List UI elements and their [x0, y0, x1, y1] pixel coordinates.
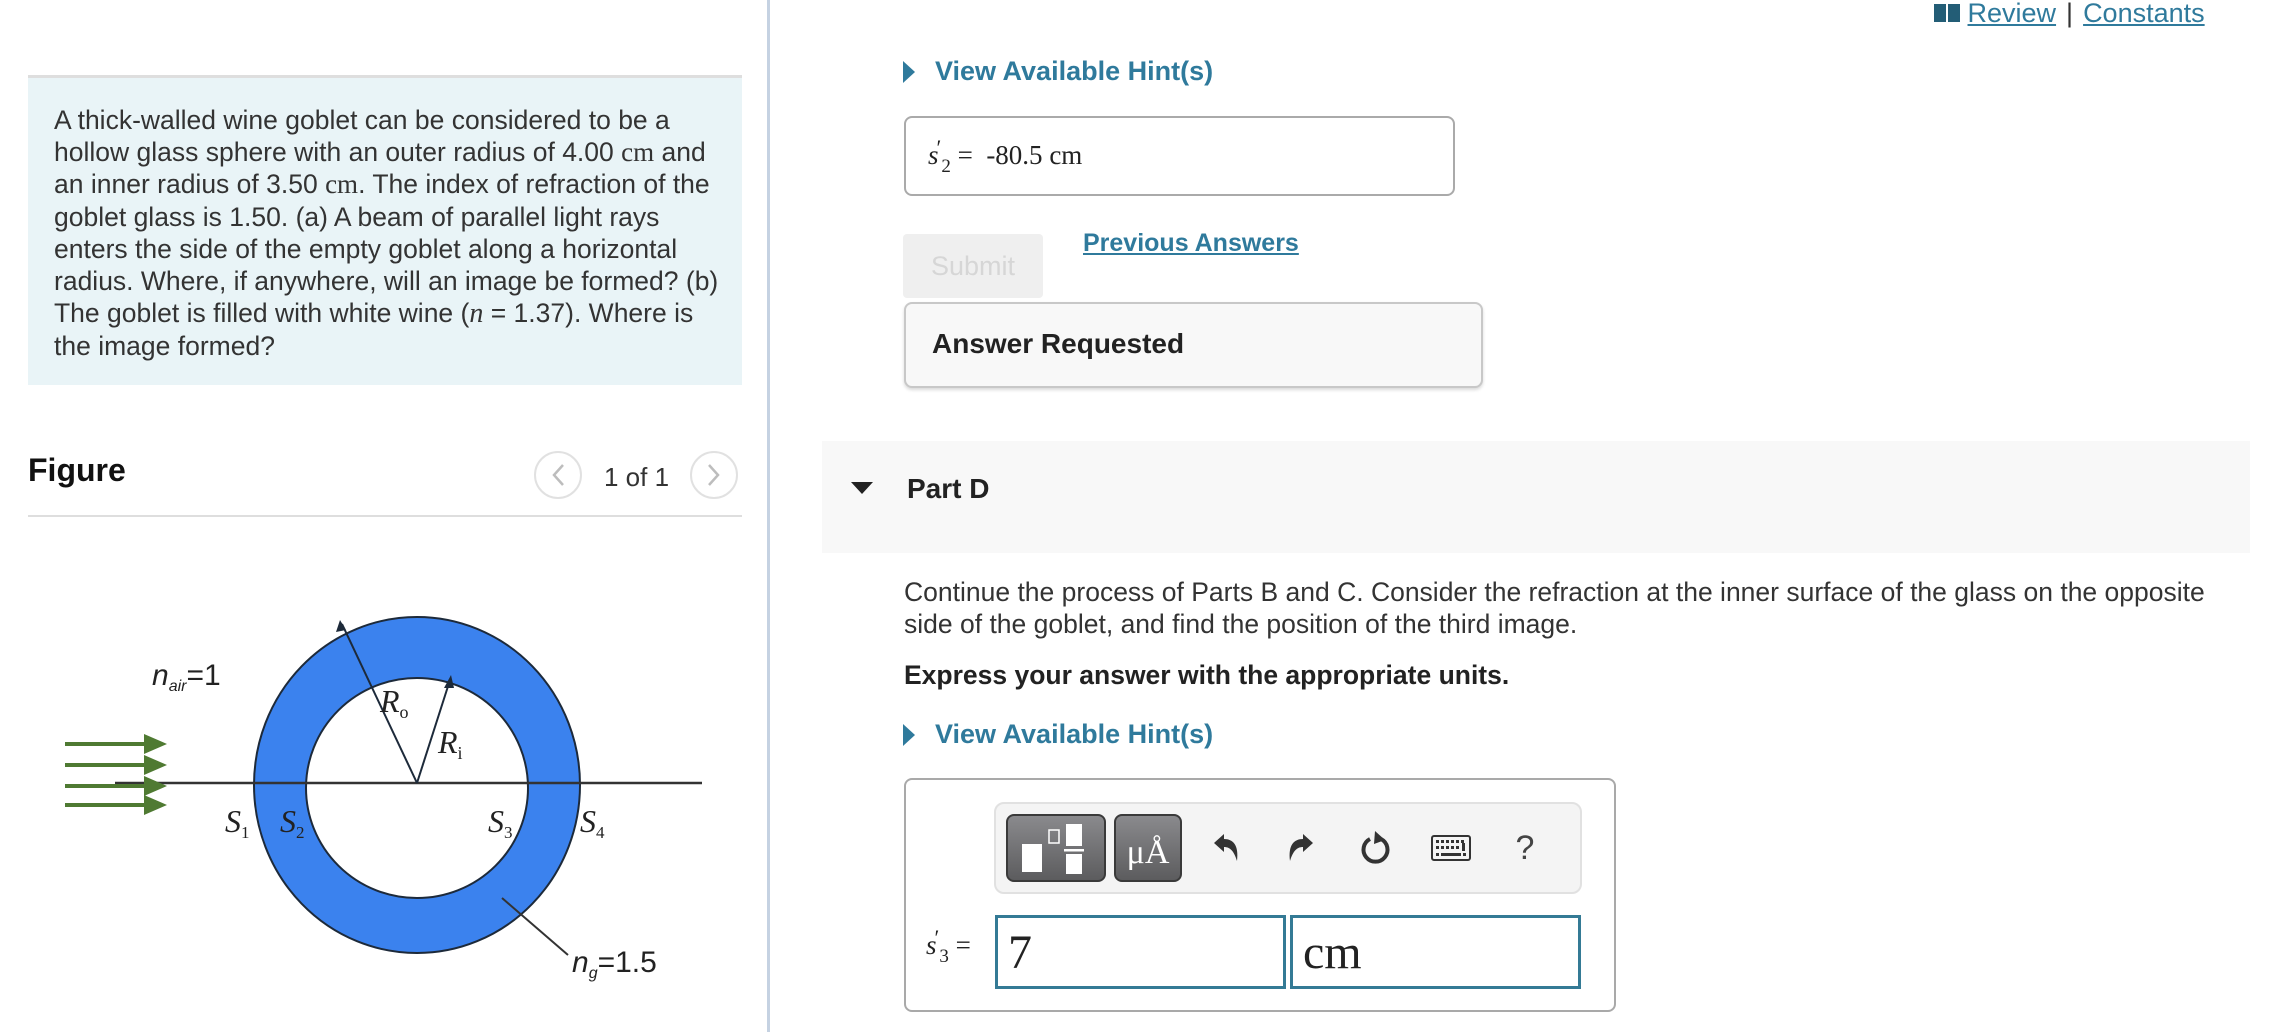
answer-expression: s′2 = -80.5 cm — [928, 135, 1083, 177]
hint-label: View Available Hint(s) — [935, 719, 1214, 749]
expand-triangle-icon — [903, 723, 915, 746]
equals-sign: = — [955, 930, 971, 960]
problem-text: A thick-walled wine goblet can be consid… — [54, 104, 734, 363]
templates-icon — [1022, 824, 1084, 874]
panel-divider[interactable] — [767, 0, 770, 1032]
help-button[interactable]: ? — [1503, 826, 1547, 870]
s4-label: S4 — [580, 803, 605, 842]
equals-sign: = — [957, 140, 973, 170]
reset-icon[interactable] — [1354, 826, 1398, 870]
figure-counter: 1 of 1 — [604, 462, 670, 492]
submit-button-disabled: Submit — [903, 234, 1043, 298]
answer-status-text: Answer Requested — [932, 328, 1185, 359]
part-d-instruction: Express your answer with the appropriate… — [904, 660, 1510, 690]
part-d-prompt: Continue the process of Parts B and C. C… — [904, 577, 2205, 639]
hint-label: View Available Hint(s) — [935, 56, 1214, 86]
previous-answers-link[interactable]: Previous Answers — [1083, 229, 1299, 258]
expand-triangle-icon — [903, 60, 915, 83]
math-toolbar: μÅ ? — [994, 802, 1582, 894]
link-separator: | — [2066, 0, 2074, 28]
answer-unit: cm — [1049, 140, 1083, 170]
book-icon — [1934, 4, 1960, 22]
n-g-label: ng=1.5 — [572, 946, 657, 982]
subscript: 3 — [939, 946, 949, 967]
answer-status-box: Answer Requested — [904, 302, 1483, 388]
problem-text-part: A thick-walled wine goblet can be consid… — [54, 105, 670, 168]
glass-label-leader — [501, 897, 569, 956]
redo-icon[interactable] — [1279, 826, 1323, 870]
incident-rays — [65, 733, 167, 816]
constants-link[interactable]: Constants — [2083, 0, 2205, 28]
templates-button[interactable] — [1006, 814, 1106, 882]
chevron-right-icon — [708, 464, 720, 486]
part-d-header[interactable] — [822, 441, 2250, 553]
unit-cm: cm — [325, 169, 359, 200]
inner-hollow-circle — [305, 677, 529, 899]
answer-variable-label: s′3 = — [926, 925, 971, 967]
undo-icon[interactable] — [1204, 826, 1248, 870]
n-air-label: nair=1 — [152, 659, 221, 695]
problem-statement-box: A thick-walled wine goblet can be consid… — [28, 75, 742, 385]
part-d-title: Part D — [907, 473, 990, 504]
variable-n: n — [469, 298, 484, 330]
subscript: 2 — [941, 156, 951, 177]
unit-cm: cm — [621, 137, 655, 168]
goblet-figure: nair=1 Ro Ri S1 S2 S3 S4 ng=1.5 — [65, 616, 702, 982]
answer-unit-input[interactable]: cm — [1290, 915, 1581, 989]
view-hints-toggle-part-c[interactable]: View Available Hint(s) — [903, 56, 1213, 87]
answer-value-input[interactable]: 7 — [995, 915, 1286, 989]
collapse-triangle-icon[interactable] — [851, 482, 873, 494]
chevron-left-icon — [552, 464, 564, 486]
figure-title: Figure — [28, 452, 126, 488]
header-links: Review | Constants — [1934, 0, 2205, 29]
answer-value: -80.5 — [986, 140, 1043, 170]
units-button[interactable]: μÅ — [1114, 814, 1182, 882]
figure-divider — [28, 515, 742, 517]
outer-radius-arrowhead — [336, 620, 346, 632]
previous-figure-button[interactable] — [534, 451, 582, 499]
keyboard-icon[interactable] — [1429, 826, 1473, 870]
submitted-answer-box: s′2 = -80.5 cm — [904, 116, 1455, 196]
next-figure-button[interactable] — [690, 451, 738, 499]
review-link[interactable]: Review — [1968, 0, 2057, 28]
view-hints-toggle-part-d[interactable]: View Available Hint(s) — [903, 719, 1213, 750]
s1-label: S1 — [225, 803, 250, 842]
